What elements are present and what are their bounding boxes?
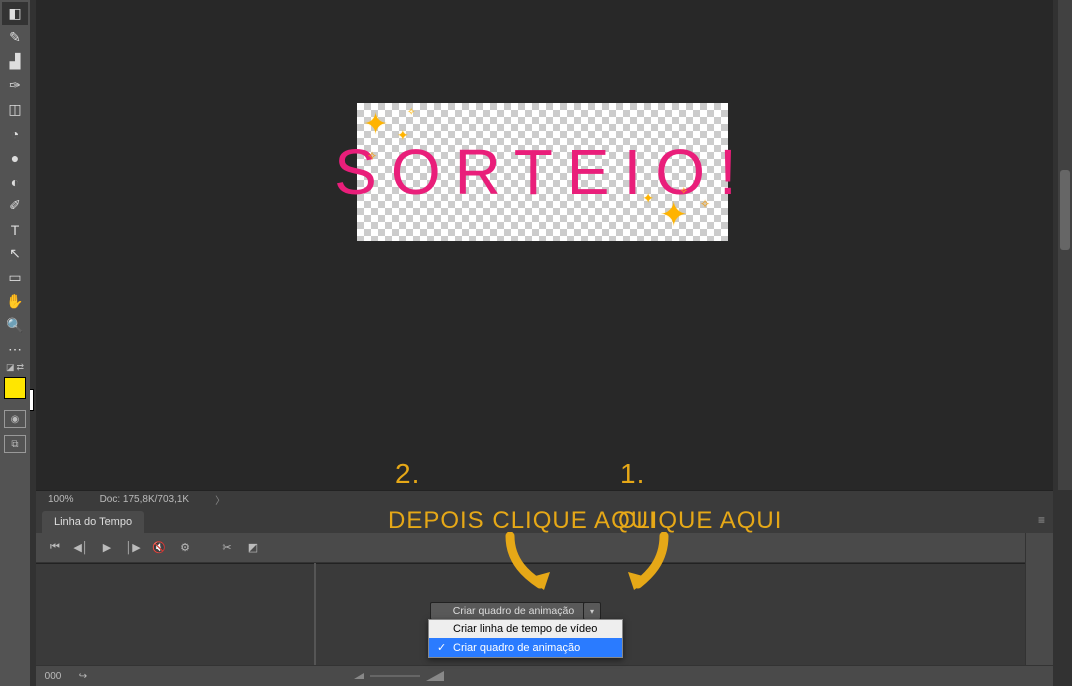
- eraser-tool-icon[interactable]: ◧: [2, 2, 28, 25]
- bucket-tool-icon[interactable]: ◔: [2, 122, 28, 145]
- first-frame-button[interactable]: ⏮: [44, 537, 66, 559]
- stamp-tool-icon[interactable]: ▟: [2, 50, 28, 73]
- mute-button[interactable]: 🔇: [148, 537, 170, 559]
- gradient-tool-icon[interactable]: ◫: [2, 98, 28, 121]
- timeline-zoom-slider[interactable]: [354, 666, 444, 686]
- play-button[interactable]: ▶: [96, 537, 118, 559]
- pen-tool-icon[interactable]: ✐: [2, 194, 28, 217]
- zoom-readout[interactable]: 100%: [48, 494, 74, 505]
- zoom-track[interactable]: [370, 675, 420, 677]
- next-frame-button[interactable]: │▶: [122, 537, 144, 559]
- check-icon: ✓: [437, 641, 449, 654]
- create-frame-dropdown-toggle[interactable]: ▾: [583, 602, 601, 620]
- settings-button[interactable]: ⚙: [174, 537, 196, 559]
- create-frame-animation-button[interactable]: Criar quadro de animação: [430, 602, 597, 620]
- canvas-area[interactable]: SORTEIO! ✦ ✦ ✧ ✧ ✦ ✦ ✧ ✧: [36, 0, 1053, 490]
- type-tool-icon[interactable]: T: [2, 218, 28, 241]
- path-select-icon[interactable]: ↖: [2, 242, 28, 265]
- scrollbar-thumb[interactable]: [1060, 170, 1070, 250]
- annotation-text-1: CLIQUE AQUI: [618, 507, 782, 535]
- create-timeline-menu: Criar linha de tempo de vídeo ✓ Criar qu…: [428, 619, 623, 658]
- status-bar: 100% Doc: 175,8K/703,1K 〉: [36, 490, 1053, 507]
- rectangle-tool-icon[interactable]: ▭: [2, 266, 28, 289]
- cut-button[interactable]: ✂: [216, 537, 238, 559]
- blur-tool-icon[interactable]: ●: [2, 146, 28, 169]
- annotation-arrow-2: [500, 532, 560, 604]
- document-canvas[interactable]: SORTEIO! ✦ ✦ ✧ ✧ ✦ ✦ ✧ ✧: [357, 103, 728, 241]
- transition-button[interactable]: ◩: [242, 537, 264, 559]
- track-divider: [314, 563, 316, 667]
- timeline-footer: 000 ↪: [36, 665, 1053, 686]
- hand-tool-icon[interactable]: ✋: [2, 290, 28, 313]
- annotation-number-2: 2.: [395, 458, 420, 490]
- right-scroll-strip: [1058, 0, 1072, 490]
- foreground-color[interactable]: [4, 377, 26, 399]
- annotation-arrow-1: [616, 532, 676, 604]
- prev-frame-button[interactable]: ◀│: [70, 537, 92, 559]
- dodge-tool-icon[interactable]: ◐: [2, 170, 28, 193]
- timeline-tab[interactable]: Linha do Tempo: [42, 511, 144, 533]
- more-tools-icon[interactable]: ⋯: [2, 338, 28, 361]
- frame-counter[interactable]: 000: [42, 668, 64, 684]
- zoom-in-icon[interactable]: [426, 671, 444, 681]
- status-menu-icon[interactable]: 〉: [215, 492, 225, 507]
- convert-timeline-icon[interactable]: ↪: [72, 668, 94, 684]
- zoom-out-icon[interactable]: [354, 673, 364, 679]
- menu-item-frame-animation[interactable]: ✓ Criar quadro de animação: [429, 638, 622, 657]
- annotation-text-2: DEPOIS CLIQUE AQUI: [388, 507, 657, 535]
- tool-palette: ◧ ✎ ▟ ✑ ◫ ◔ ● ◐ ✐ T ↖ ▭ ✋ 🔍 ⋯ ◪⇄ ◉ ⧉: [0, 0, 30, 686]
- screen-mode-icon[interactable]: ⧉: [4, 435, 26, 453]
- zoom-tool-icon[interactable]: 🔍: [2, 314, 28, 337]
- brush-tool-icon[interactable]: ✎: [2, 26, 28, 49]
- annotation-number-1: 1.: [620, 458, 645, 490]
- document-info[interactable]: Doc: 175,8K/703,1K: [100, 494, 190, 505]
- menu-item-video-timeline[interactable]: Criar linha de tempo de vídeo: [429, 620, 622, 638]
- swap-colors-icon[interactable]: ◪⇄: [2, 362, 28, 372]
- panel-menu-icon[interactable]: ≡: [1038, 513, 1045, 527]
- history-brush-icon[interactable]: ✑: [2, 74, 28, 97]
- track-right-gutter: [1025, 533, 1053, 667]
- quick-mask-icon[interactable]: ◉: [4, 410, 26, 428]
